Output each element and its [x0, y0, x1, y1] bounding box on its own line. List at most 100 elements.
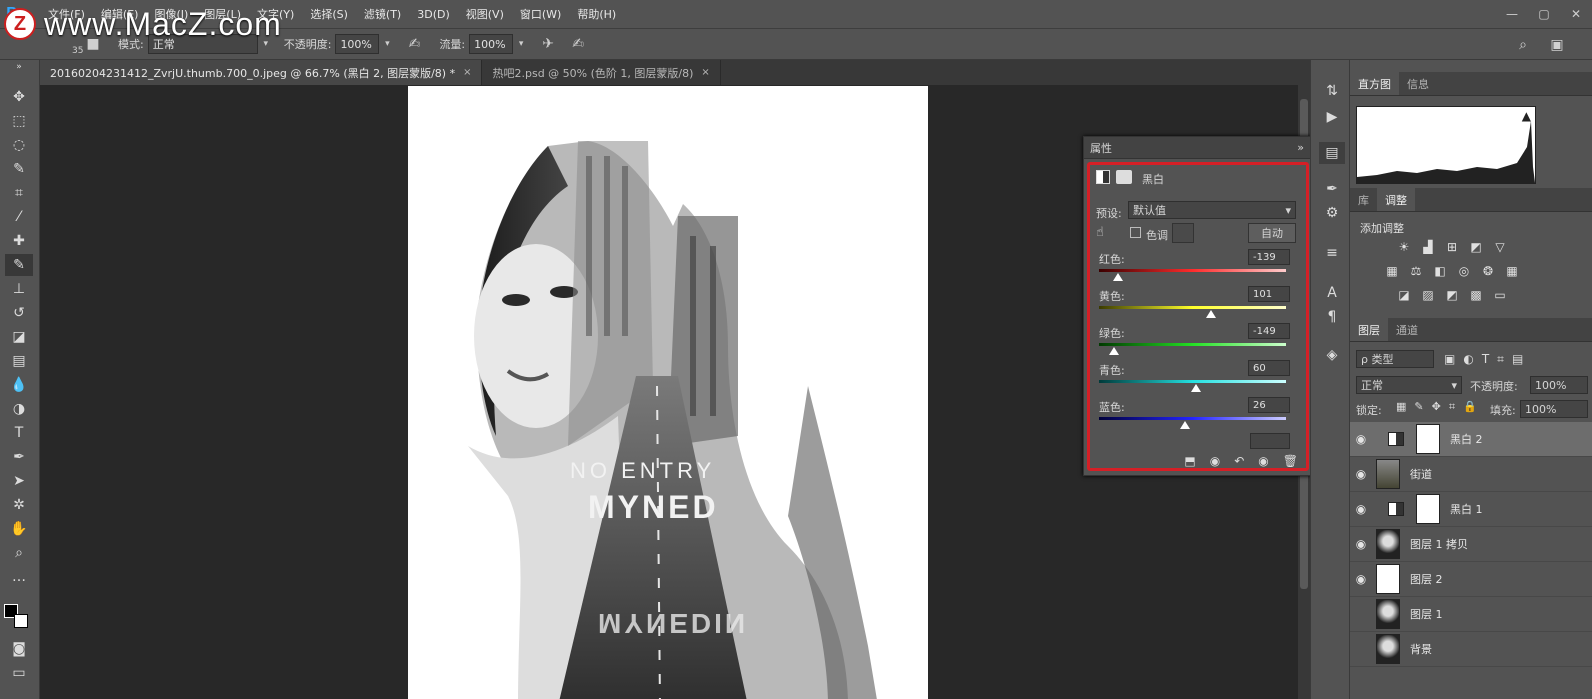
zoom-tool-icon[interactable]: ⌕ — [5, 542, 33, 564]
layer-row[interactable]: ◉ 图层 2 — [1350, 562, 1592, 597]
menu-3d[interactable]: 3D(D) — [409, 8, 458, 21]
color-balance-icon[interactable]: ⚖ — [1408, 264, 1424, 278]
exposure-icon[interactable]: ◩ — [1468, 240, 1484, 254]
quick-mask-icon[interactable]: ◙ — [5, 638, 33, 660]
hand-tool-icon[interactable]: ✋ — [5, 518, 33, 540]
delete-icon[interactable]: 🗑 — [1283, 454, 1298, 468]
tint-checkbox[interactable] — [1130, 227, 1141, 238]
adjustment-layer-icon[interactable] — [1096, 170, 1110, 184]
vibrance-icon[interactable]: ▽ — [1492, 240, 1508, 254]
clone-stamp-tool-icon[interactable]: ⊥ — [5, 278, 33, 300]
brush-panel-icon[interactable]: ✒ — [1319, 178, 1345, 200]
selective-color-icon[interactable]: ▩ — [1468, 288, 1484, 302]
warning-icon[interactable]: ▲ — [1522, 109, 1531, 123]
invert-icon[interactable]: ◪ — [1396, 288, 1412, 302]
gradient-map-icon[interactable]: ▭ — [1492, 288, 1508, 302]
visibility-eye-icon[interactable]: ◉ — [1350, 467, 1372, 481]
pixel-filter-icon[interactable]: ▣ — [1444, 352, 1455, 366]
lock-image-icon[interactable]: ✎ — [1414, 400, 1423, 414]
marquee-tool-icon[interactable]: ⬚ — [5, 110, 33, 132]
menu-filter[interactable]: 滤镜(T) — [356, 6, 409, 22]
properties-icon[interactable]: ▤ — [1319, 142, 1345, 164]
brush-tool-icon[interactable]: ✎ — [5, 254, 33, 276]
lock-transparent-icon[interactable]: ▦ — [1396, 400, 1406, 414]
slider-thumb[interactable] — [1191, 384, 1202, 392]
layer-row[interactable]: ◉ 图层 1 拷贝 — [1350, 527, 1592, 562]
background-color-swatch[interactable] — [14, 614, 28, 628]
tint-color-swatch[interactable] — [1172, 223, 1194, 243]
airbrush-icon[interactable]: ✈ — [537, 33, 559, 55]
screen-mode-icon[interactable]: ▭ — [5, 662, 33, 684]
smart-filter-icon[interactable]: ▤ — [1512, 352, 1523, 366]
minimize-button[interactable]: — — [1496, 0, 1528, 28]
layer-opacity-input[interactable]: 100% — [1530, 376, 1588, 394]
adjustment-filter-icon[interactable]: ◐ — [1463, 352, 1473, 366]
threshold-icon[interactable]: ◩ — [1444, 288, 1460, 302]
healing-brush-tool-icon[interactable]: ✚ — [5, 230, 33, 252]
pressure-opacity-icon[interactable]: ✍ — [403, 33, 425, 55]
history-icon[interactable]: ⇅ — [1319, 80, 1345, 102]
more-tools-icon[interactable]: … — [5, 566, 33, 588]
slider-track[interactable] — [1099, 269, 1286, 272]
chevron-down-icon[interactable]: ▾ — [379, 34, 395, 54]
visibility-eye-icon[interactable]: ◉ — [1350, 432, 1372, 446]
flow-input[interactable]: 100% — [469, 34, 514, 54]
color-lookup-icon[interactable]: ▦ — [1504, 264, 1520, 278]
slider-value-input[interactable]: 60 — [1248, 360, 1290, 376]
layer-row[interactable]: ◉ 黑白 1 — [1350, 492, 1592, 527]
photo-filter-icon[interactable]: ◎ — [1456, 264, 1472, 278]
visibility-eye-icon[interactable]: ◉ — [1350, 572, 1372, 586]
preset-select[interactable]: 默认值 ▾ — [1128, 201, 1296, 219]
toolbox-collapse-icon[interactable]: » — [5, 62, 33, 72]
document-canvas[interactable]: NO ENTRY MYNED MYNEDIN — [408, 86, 928, 699]
close-button[interactable]: ✕ — [1560, 0, 1592, 28]
move-tool-icon[interactable]: ✥ — [5, 86, 33, 108]
layer-filter-select[interactable]: ρ 类型 — [1356, 350, 1434, 368]
tab-adjustments[interactable]: 调整 — [1377, 188, 1415, 211]
menu-select[interactable]: 选择(S) — [302, 6, 356, 22]
hue-saturation-icon[interactable]: ▦ — [1384, 264, 1400, 278]
blend-mode-select[interactable]: 正常 ▾ — [1356, 376, 1462, 394]
maximize-button[interactable]: ▢ — [1528, 0, 1560, 28]
slider-thumb[interactable] — [1112, 273, 1123, 281]
visibility-eye-icon[interactable]: ◉ — [1350, 502, 1372, 516]
shape-tool-icon[interactable]: ✲ — [5, 494, 33, 516]
3d-icon[interactable]: ◈ — [1319, 344, 1345, 366]
extra-value-field[interactable] — [1250, 433, 1290, 449]
workspace-icon[interactable]: ▣ — [1546, 34, 1568, 56]
dodge-tool-icon[interactable]: ◑ — [5, 398, 33, 420]
layer-mask-icon[interactable] — [1116, 170, 1132, 184]
history-brush-tool-icon[interactable]: ↺ — [5, 302, 33, 324]
clip-to-layer-icon[interactable]: ⬒ — [1184, 454, 1195, 468]
tab-library[interactable]: 库 — [1350, 188, 1377, 211]
slider-track[interactable] — [1099, 380, 1286, 383]
levels-icon[interactable]: ▟ — [1420, 240, 1436, 254]
layer-row[interactable]: 图层 1 — [1350, 597, 1592, 632]
lock-all-icon[interactable]: 🔒 — [1463, 400, 1477, 414]
shape-filter-icon[interactable]: ⌗ — [1497, 352, 1504, 367]
collapse-icon[interactable]: » — [1297, 141, 1304, 154]
paragraph-style-icon[interactable]: ≡ — [1319, 242, 1345, 264]
type-tool-icon[interactable]: T — [5, 422, 33, 444]
menu-help[interactable]: 帮助(H) — [569, 6, 624, 22]
auto-button[interactable]: 自动 — [1248, 223, 1296, 243]
menu-view[interactable]: 视图(V) — [458, 6, 512, 22]
slider-track[interactable] — [1099, 343, 1286, 346]
view-previous-icon[interactable]: ◉ — [1210, 454, 1220, 468]
tab-info[interactable]: 信息 — [1399, 72, 1437, 95]
visibility-icon[interactable]: ◉ — [1258, 454, 1268, 468]
menu-window[interactable]: 窗口(W) — [512, 6, 569, 22]
search-icon[interactable]: ⌕ — [1512, 34, 1534, 56]
actions-play-icon[interactable]: ▶ — [1319, 106, 1345, 128]
tab-histogram[interactable]: 直方图 — [1350, 72, 1399, 95]
crop-tool-icon[interactable]: ⌗ — [5, 182, 33, 204]
targeted-adjust-icon[interactable]: ☝ — [1096, 225, 1112, 241]
tab-document-2[interactable]: 热吧2.psd @ 50% (色阶 1, 图层蒙版/8) × — [482, 60, 721, 85]
pen-tool-icon[interactable]: ✒ — [5, 446, 33, 468]
eyedropper-tool-icon[interactable]: ⁄ — [5, 206, 33, 228]
slider-thumb[interactable] — [1108, 347, 1119, 355]
brush-settings-icon[interactable]: ⚙ — [1319, 202, 1345, 224]
layer-row[interactable]: ◉ 黑白 2 — [1350, 422, 1592, 457]
path-select-tool-icon[interactable]: ➤ — [5, 470, 33, 492]
tab-channels[interactable]: 通道 — [1388, 318, 1426, 341]
